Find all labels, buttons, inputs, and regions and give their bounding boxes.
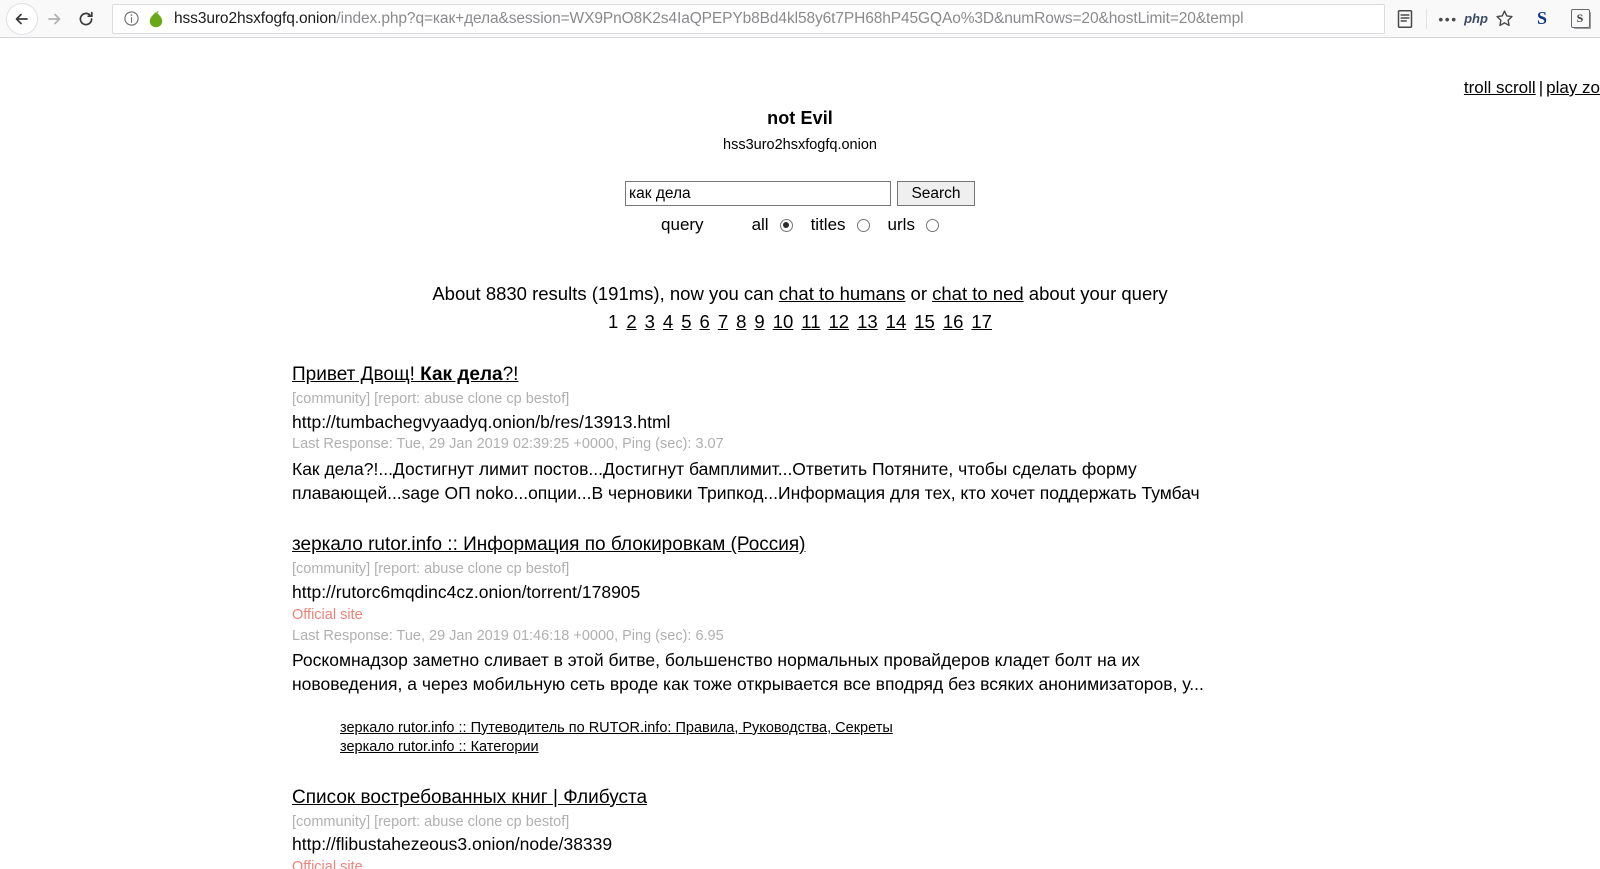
back-arrow-icon [13, 10, 31, 28]
star-bookmark-icon[interactable] [1490, 5, 1518, 33]
corner-links: troll scroll | play zo [1464, 78, 1600, 98]
toolbar-right-icons: ••• php [1391, 0, 1518, 37]
pagination-page-5[interactable]: 5 [681, 311, 691, 332]
results-summary-prefix: About 8830 results (191ms), now you can [432, 283, 779, 304]
pagination-page-17[interactable]: 17 [971, 311, 992, 332]
results-summary-suffix: about your query [1023, 283, 1168, 304]
corner-separator: | [1538, 78, 1544, 97]
result-title-link[interactable]: Привет Двощ! Как дела?! [292, 363, 518, 387]
search-button[interactable]: Search [897, 181, 975, 206]
result-tags: [community] [report: abuse clone cp best… [292, 561, 570, 578]
pagination-page-8[interactable]: 8 [736, 311, 746, 332]
pagination-current: 1 [608, 311, 619, 332]
url-path: /index.php?q=как+дела&session=WX9PnO8K2s… [336, 9, 1244, 27]
query-label: query [661, 215, 704, 234]
result-tags: [community] [report: abuse clone cp best… [292, 813, 570, 830]
radio-all[interactable] [779, 218, 793, 232]
result-title-link[interactable]: Список востребованных книг | Флибуста [292, 786, 647, 810]
page-title: not Evil [767, 108, 833, 128]
result-sublink[interactable]: зеркало rutor.info :: Категории [340, 738, 1532, 758]
pagination: 1 2 3 4 5 6 7 8 9 10 11 12 13 14 15 16 17 [0, 311, 1600, 333]
result-url: http://flibustahezeous3.onion/node/38339 [292, 834, 613, 855]
url-text: hss3uro2hsxfogfq.onion/index.php?q=как+д… [174, 5, 1378, 33]
pagination-page-4[interactable]: 4 [663, 311, 673, 332]
pagination-page-14[interactable]: 14 [886, 311, 907, 332]
radio-urls[interactable] [925, 218, 939, 232]
result-response-info: Last Response: Tue, 29 Jan 2019 02:39:25… [292, 436, 724, 453]
site-domain: hss3uro2hsxfogfq.onion [723, 137, 877, 153]
pagination-page-2[interactable]: 2 [626, 311, 636, 332]
pagination-page-10[interactable]: 10 [773, 311, 794, 332]
address-bar[interactable]: hss3uro2hsxfogfq.onion/index.php?q=как+д… [112, 3, 1385, 34]
result-item: зеркало rutor.info :: Информация по блок… [292, 533, 1532, 757]
skype-extension-icon[interactable]: S [1528, 5, 1556, 33]
site-info-icon[interactable] [123, 10, 141, 28]
reload-button[interactable] [70, 3, 102, 35]
pagination-page-9[interactable]: 9 [754, 311, 764, 332]
result-tags: [community] [report: abuse clone cp best… [292, 390, 570, 407]
play-zo-link[interactable]: play zo [1546, 78, 1600, 97]
browser-extensions: S S [1518, 5, 1594, 33]
pagination-page-6[interactable]: 6 [700, 311, 710, 332]
browser-toolbar: hss3uro2hsxfogfq.onion/index.php?q=как+д… [0, 0, 1600, 38]
result-official-badge: Official site [292, 859, 363, 869]
result-item: Список востребованных книг | Флибуста [co… [292, 786, 1532, 869]
php-extension-icon[interactable]: php [1462, 5, 1490, 33]
result-url: http://rutorc6mqdinc4cz.onion/torrent/17… [292, 582, 641, 603]
screenshot-extension-icon[interactable]: S [1566, 5, 1594, 33]
result-sublinks: зеркало rutor.info :: Путеводитель по RU… [340, 719, 1532, 758]
search-area: Search query all titles urls [0, 181, 1600, 235]
page-content: troll scroll | play zo not Evil hss3uro2hs… [0, 38, 1600, 869]
result-title-link[interactable]: зеркало rutor.info :: Информация по блок… [292, 533, 806, 557]
radio-titles[interactable] [856, 218, 870, 232]
pagination-page-15[interactable]: 15 [914, 311, 935, 332]
result-official-badge: Official site [292, 606, 363, 623]
chat-to-ned-link[interactable]: chat to ned [932, 283, 1024, 304]
search-scope-options: query all titles urls [0, 215, 1600, 235]
results-list: Привет Двощ! Как дела?! [community] [repo… [292, 363, 1532, 869]
results-summary-middle: or [905, 283, 933, 304]
result-item: Привет Двощ! Как дела?! [community] [repo… [292, 363, 1532, 505]
pagination-page-3[interactable]: 3 [645, 311, 655, 332]
pagination-page-7[interactable]: 7 [718, 311, 728, 332]
forward-arrow-icon [45, 10, 63, 28]
pagination-page-16[interactable]: 16 [943, 311, 964, 332]
url-host: hss3uro2hsxfogfq.onion [174, 9, 337, 27]
reader-mode-icon[interactable] [1391, 5, 1419, 33]
pagination-page-12[interactable]: 12 [829, 311, 850, 332]
result-response-info: Last Response: Tue, 29 Jan 2019 01:46:18… [292, 627, 724, 644]
scope-label-titles: titles [810, 215, 846, 234]
reload-icon [77, 10, 95, 28]
scope-label-urls: urls [887, 215, 915, 234]
forward-button[interactable] [38, 3, 70, 35]
pagination-page-13[interactable]: 13 [857, 311, 878, 332]
result-snippet: Как дела?!...Достигнут лимит постов...До… [292, 459, 1200, 503]
overflow-menu-icon[interactable]: ••• [1434, 5, 1462, 33]
chat-to-humans-link[interactable]: chat to humans [779, 283, 906, 304]
site-header: not Evil hss3uro2hsxfogfq.onion [0, 38, 1600, 153]
result-title-highlight: Как дела [420, 364, 503, 385]
troll-scroll-link[interactable]: troll scroll [1464, 78, 1536, 97]
result-sublink[interactable]: зеркало rutor.info :: Путеводитель по RU… [340, 719, 1532, 739]
result-snippet: Роскомнадзор заметно сливает в этой битв… [292, 650, 1204, 695]
scope-label-all: all [751, 215, 769, 234]
search-row: Search [625, 181, 975, 206]
search-input[interactable] [625, 181, 891, 206]
results-summary: About 8830 results (191ms), now you can … [0, 283, 1600, 305]
pagination-page-11[interactable]: 11 [801, 311, 820, 332]
onion-icon [148, 10, 164, 28]
toolbar-divider [1426, 8, 1427, 29]
back-button[interactable] [6, 2, 38, 35]
result-url: http://tumbachegvyaadyq.onion/b/res/1391… [292, 411, 671, 432]
